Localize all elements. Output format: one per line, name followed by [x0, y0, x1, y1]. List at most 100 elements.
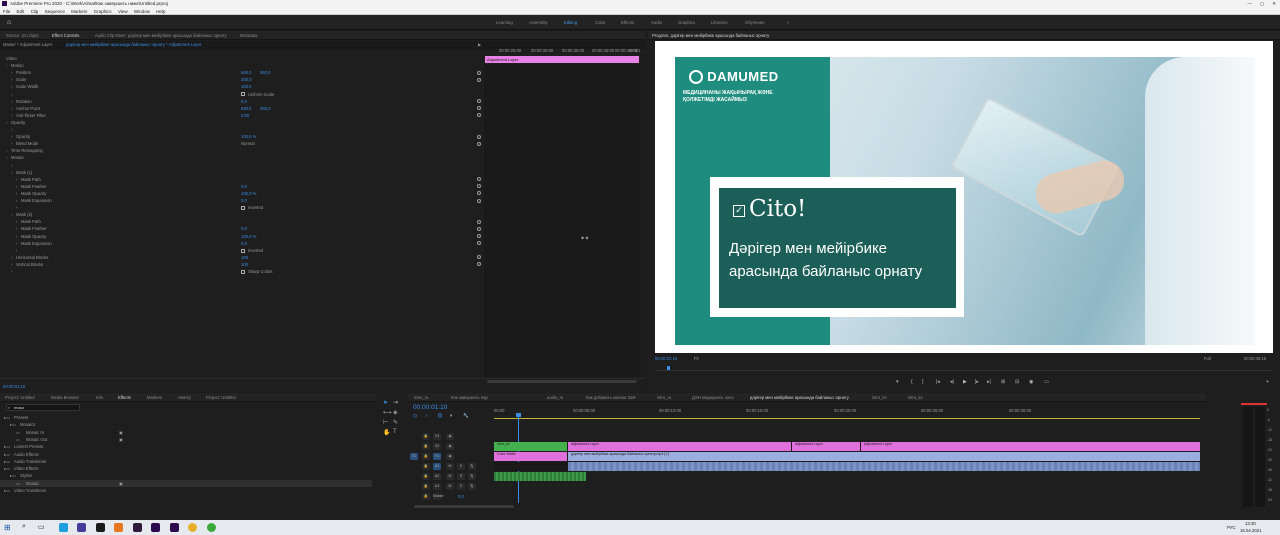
- microphone-icon[interactable]: 🎙: [468, 473, 476, 480]
- ec-scrollbar[interactable]: [487, 380, 637, 383]
- effects-tree-item[interactable]: Mosaic Out: [26, 436, 47, 443]
- menu-markers[interactable]: Markers: [71, 8, 87, 15]
- go-to-out-icon[interactable]: ▸|: [987, 379, 991, 385]
- effects-tree-item[interactable]: Audio Transitions: [14, 458, 46, 465]
- ripple-tool-icon[interactable]: ⟷: [383, 409, 392, 416]
- reset-parameter-icon[interactable]: [477, 241, 481, 246]
- type-tool-icon[interactable]: T: [393, 429, 397, 435]
- ec-property-label[interactable]: Mask Opacity: [21, 190, 46, 197]
- ec-property-label[interactable]: Mask Path: [21, 218, 41, 225]
- folder-icon[interactable]: ▸▭: [10, 421, 16, 428]
- disclosure-triangle-icon[interactable]: ›: [16, 190, 17, 197]
- reset-parameter-icon[interactable]: [477, 134, 481, 139]
- timeline-tab[interactable]: intro_ru: [657, 395, 671, 400]
- track-lock-icon[interactable]: 🔒: [422, 433, 430, 440]
- hand-tool-icon[interactable]: ✋: [383, 429, 390, 436]
- workspace-assembly[interactable]: Assembly: [529, 20, 548, 25]
- playhead-handle[interactable]: [516, 413, 521, 417]
- tab-source[interactable]: Source: (no clips): [6, 33, 39, 38]
- effects-tree-item[interactable]: Mosaic: [26, 480, 39, 487]
- play-icon[interactable]: ▶: [963, 379, 967, 385]
- track-target-button[interactable]: A3: [433, 483, 441, 490]
- track-lock-icon[interactable]: 🔒: [422, 453, 430, 460]
- ec-property-value[interactable]: 0,0: [241, 98, 247, 105]
- tab-info[interactable]: Info: [96, 395, 103, 400]
- snap-icon[interactable]: ∩: [425, 413, 428, 418]
- tab-project[interactable]: Project: Untitled: [5, 395, 35, 400]
- clip-adjustment-layer-2[interactable]: Adjustment Layer: [792, 442, 860, 451]
- ec-property-label[interactable]: Mosaic: [11, 154, 24, 161]
- ec-keyframe-nav-icon[interactable]: ◆ ◆: [581, 234, 589, 241]
- track-visibility-icon[interactable]: ◉: [446, 443, 454, 450]
- taskbar-chrome-icon[interactable]: [188, 523, 197, 532]
- disclosure-triangle-icon[interactable]: ›: [11, 105, 12, 112]
- zoom-dropdown[interactable]: Fit: [694, 355, 699, 362]
- ec-property-value[interactable]: Uniform Scale: [248, 91, 274, 98]
- pen-tool-icon[interactable]: ✎: [393, 419, 398, 426]
- slip-tool-icon[interactable]: ⊢: [383, 419, 388, 426]
- folder-icon[interactable]: ▸▭: [10, 472, 16, 479]
- workspace-audio[interactable]: Audio: [651, 20, 662, 25]
- extract-icon[interactable]: ⊟: [1015, 379, 1019, 385]
- disclosure-triangle-icon[interactable]: ›: [11, 91, 12, 98]
- clip-adjustment-layer-3[interactable]: Adjustment Layer: [861, 442, 1200, 451]
- track-visibility-icon[interactable]: ◉: [446, 433, 454, 440]
- lift-icon[interactable]: ⊞: [1001, 379, 1005, 385]
- microphone-icon[interactable]: 🎙: [468, 463, 476, 470]
- disclosure-triangle-icon[interactable]: ›: [6, 119, 7, 126]
- step-back-icon[interactable]: ◂|: [950, 379, 954, 385]
- add-marker-icon[interactable]: ▾: [450, 413, 452, 419]
- program-scrubber[interactable]: [655, 366, 1273, 371]
- effects-tree-item[interactable]: Audio Effects: [14, 451, 39, 458]
- track-lock-icon[interactable]: 🔒: [422, 493, 430, 500]
- folder-icon[interactable]: ▸▭: [4, 414, 10, 421]
- ec-property-value[interactable]: 0,00: [241, 112, 249, 119]
- disclosure-triangle-icon[interactable]: ›: [11, 76, 12, 83]
- reset-parameter-icon[interactable]: [477, 191, 481, 196]
- ec-property-value[interactable]: 100,0 %: [241, 190, 256, 197]
- ec-property-label[interactable]: Anti-flicker Filter: [16, 112, 46, 119]
- timeline-timecode[interactable]: 00:00:01:10: [413, 404, 447, 411]
- effects-tree-item[interactable]: Mosaics: [20, 421, 35, 428]
- track-target-button[interactable]: A1: [433, 463, 441, 470]
- ec-property-label[interactable]: Video: [6, 55, 17, 62]
- timeline-tab[interactable]: ДЭН медицинск. киос: [692, 395, 734, 400]
- folder-icon[interactable]: ▸▭: [4, 487, 10, 494]
- clock-date[interactable]: 16.04.2021: [1240, 528, 1262, 533]
- mark-in-icon[interactable]: {: [911, 379, 913, 385]
- tab-effects[interactable]: Effects: [118, 395, 131, 400]
- track-visibility-icon[interactable]: ◉: [446, 453, 454, 460]
- track-lock-icon[interactable]: 🔒: [422, 443, 430, 450]
- settings-wrench-icon[interactable]: 🔧: [463, 413, 469, 419]
- program-timecode[interactable]: 00:00:01:10: [655, 355, 677, 362]
- program-playhead[interactable]: [667, 366, 670, 370]
- linked-selection-icon[interactable]: ⛓: [437, 413, 443, 419]
- ec-property-label[interactable]: Opacity: [11, 119, 25, 126]
- export-frame-icon[interactable]: ◉: [1029, 379, 1033, 385]
- effects-tree-item[interactable]: Stylize: [20, 472, 32, 479]
- microphone-icon[interactable]: 🎙: [468, 483, 476, 490]
- disclosure-triangle-icon[interactable]: ›: [11, 140, 12, 147]
- menu-graphics[interactable]: Graphics: [94, 8, 112, 15]
- effects-tree-item[interactable]: Presets: [14, 414, 28, 421]
- ec-property-label[interactable]: Mask (1): [16, 169, 32, 176]
- disclosure-triangle-icon[interactable]: ›: [11, 126, 12, 133]
- selection-tool-icon[interactable]: ➤: [383, 399, 388, 406]
- clip-adjustment-layer-1[interactable]: Adjustment Layer: [568, 442, 791, 451]
- ec-property-value[interactable]: 0,0: [241, 240, 247, 247]
- tab-audio-clip-mixer[interactable]: Audio Clip Mixer: дәрігер мен мейірбике …: [95, 33, 227, 38]
- workspace-effects[interactable]: Effects: [621, 20, 634, 25]
- disclosure-triangle-icon[interactable]: ›: [11, 261, 12, 268]
- checkbox[interactable]: [241, 268, 247, 275]
- menu-help[interactable]: Help: [156, 8, 165, 15]
- workspace-graphics[interactable]: Graphics: [678, 20, 695, 25]
- effects-tree-item[interactable]: Video Transitions: [14, 487, 46, 494]
- disclosure-triangle-icon[interactable]: ›: [16, 225, 17, 232]
- taskbar-app-icon[interactable]: [96, 523, 105, 532]
- track-target-button[interactable]: V1: [433, 453, 441, 460]
- effects-tree-item[interactable]: Lumetri Presets: [14, 443, 43, 450]
- ec-property-label[interactable]: Mask Path: [21, 176, 41, 183]
- search-icon[interactable]: ⌕: [22, 523, 26, 531]
- reset-parameter-icon[interactable]: [477, 106, 481, 111]
- reset-parameter-icon[interactable]: [477, 113, 481, 118]
